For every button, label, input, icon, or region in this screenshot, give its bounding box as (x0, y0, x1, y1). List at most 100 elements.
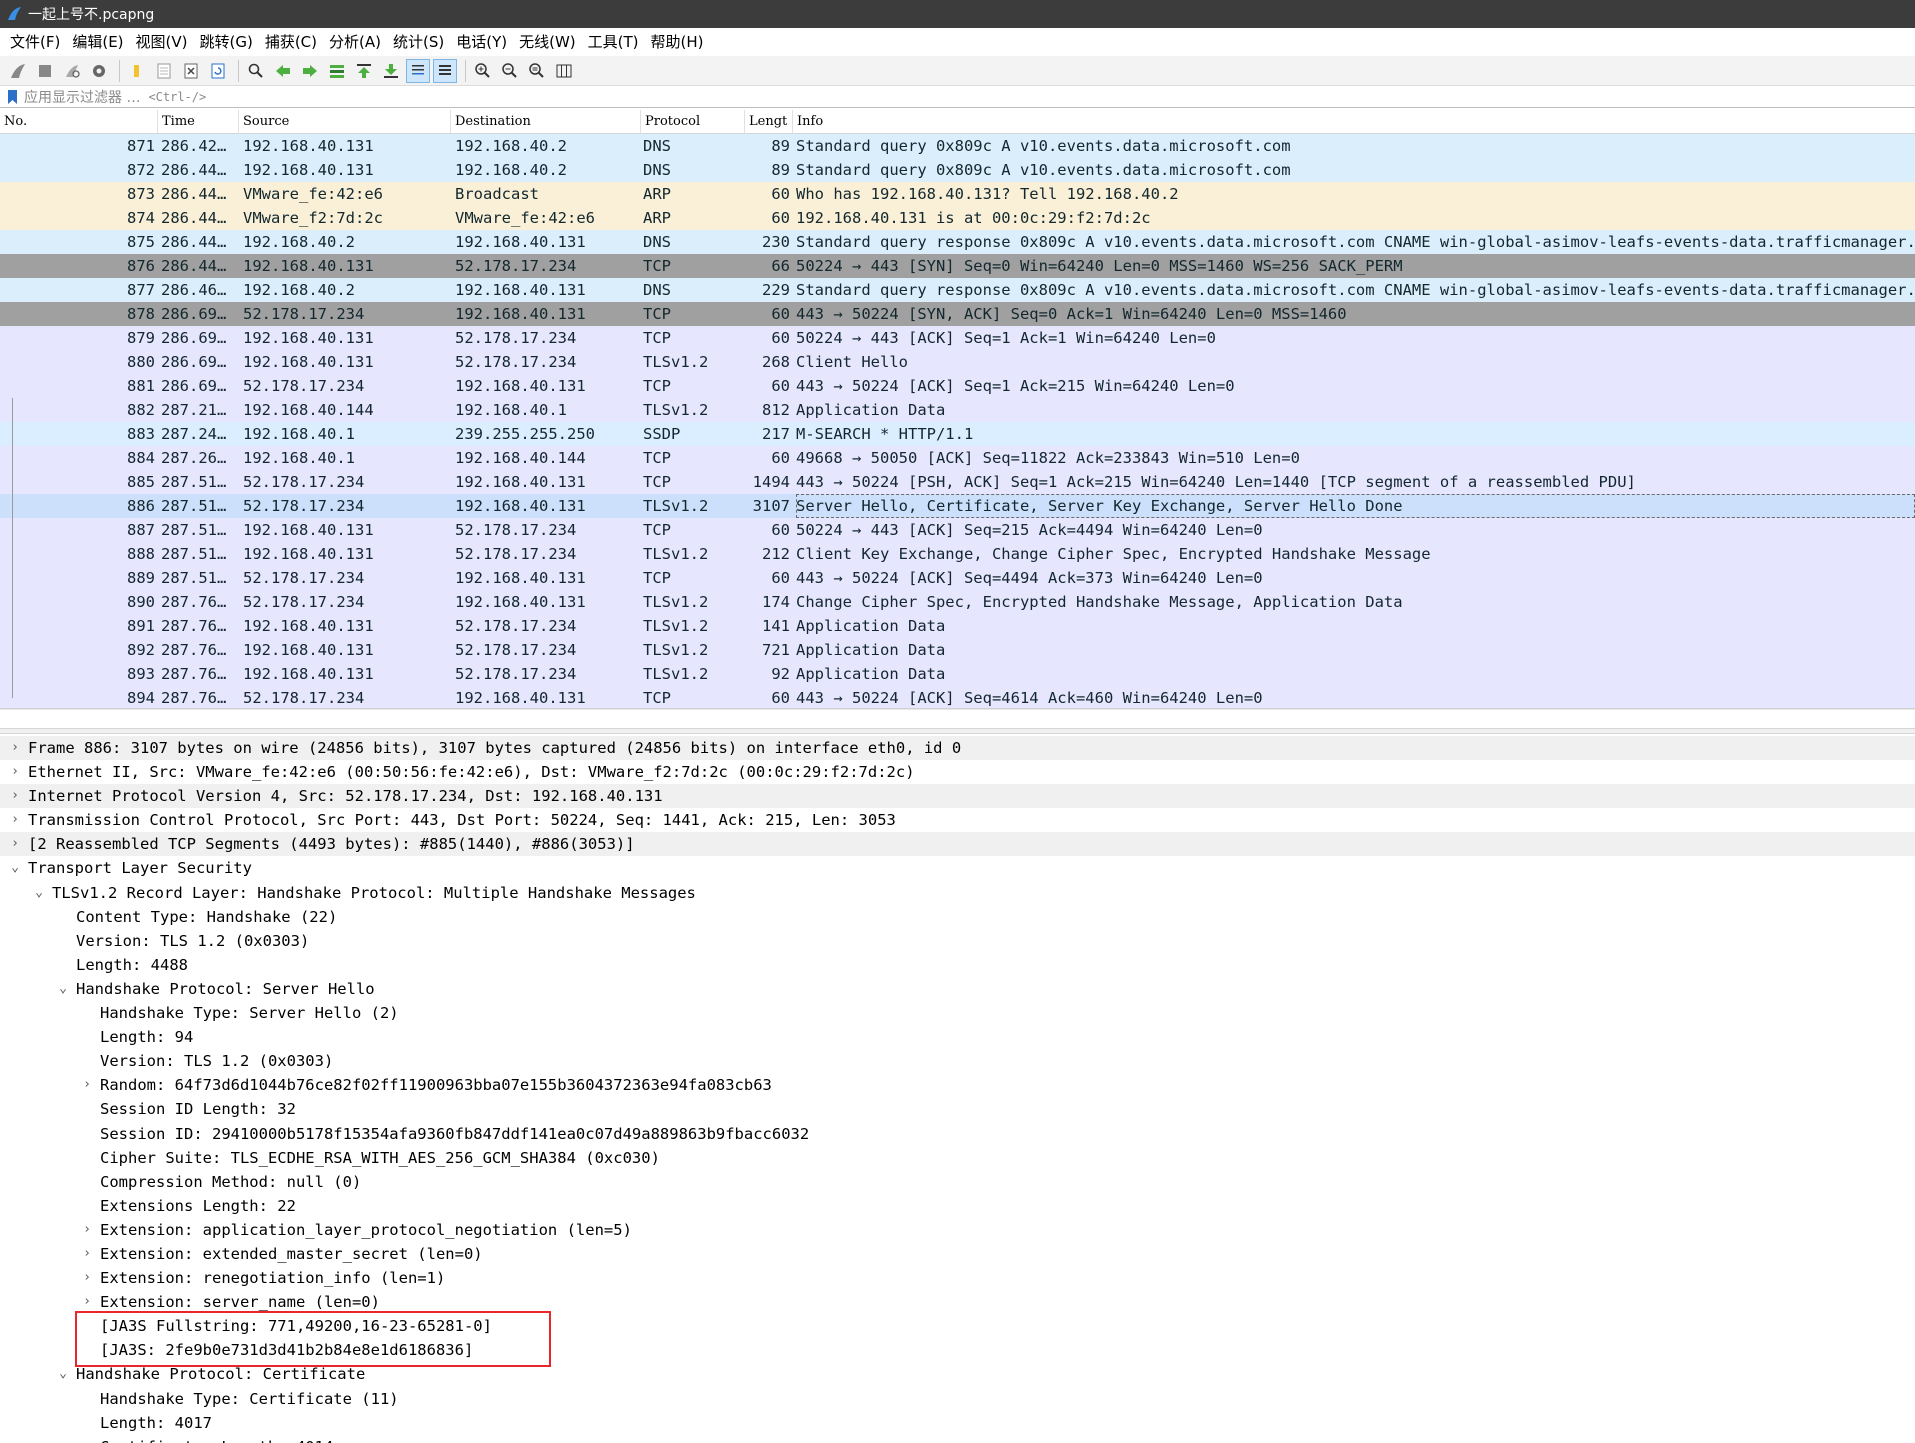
packet-row[interactable]: 894 287.76… 52.178.17.234 192.168.40.131 TCP… (0, 686, 1915, 710)
menu-item-10[interactable]: 帮助(H) (645, 28, 710, 56)
packet-row[interactable]: 889 287.51… 52.178.17.234 192.168.40.131 TCP… (0, 566, 1915, 590)
menu-item-5[interactable]: 分析(A) (323, 28, 387, 56)
horizontal-scrollbar[interactable]: ‹ (0, 708, 1915, 710)
expand-chevron-icon[interactable]: › (80, 1242, 94, 1266)
expand-chevron-icon[interactable]: › (80, 1073, 94, 1097)
packet-row[interactable]: 872 286.44… 192.168.40.131 192.168.40.2 DNS 8… (0, 158, 1915, 182)
expand-chevron-icon[interactable]: › (80, 1218, 94, 1242)
detail-tree-item[interactable]: Length: 94 (0, 1025, 1915, 1049)
packet-row[interactable]: 877 286.46… 192.168.40.2 192.168.40.131 DNS 2… (0, 278, 1915, 302)
detail-tree-item[interactable]: Length: 4488 (0, 953, 1915, 977)
menu-item-8[interactable]: 无线(W) (513, 28, 582, 56)
packet-row[interactable]: 881 286.69… 52.178.17.234 192.168.40.131 TCP… (0, 374, 1915, 398)
expand-chevron-icon[interactable]: › (8, 760, 22, 784)
detail-tree-item[interactable]: › Transmission Control Protocol, Src Port… (0, 808, 1915, 832)
zoom-normal-icon[interactable] (525, 59, 549, 83)
column-header-protocol[interactable]: Protocol (641, 110, 745, 134)
detail-tree-item[interactable]: › Extension: application_layer_protocol_n… (0, 1218, 1915, 1242)
packet-row[interactable]: 878 286.69… 52.178.17.234 192.168.40.131 TCP… (0, 302, 1915, 326)
collapse-chevron-icon[interactable]: ⌄ (32, 881, 46, 905)
packet-row[interactable]: 871 286.42… 192.168.40.131 192.168.40.2 DNS 8… (0, 134, 1915, 158)
packet-row[interactable]: 876 286.44… 192.168.40.131 52.178.17.234 TCP… (0, 254, 1915, 278)
detail-tree-item[interactable]: Certificates Length: 4014 (0, 1435, 1915, 1443)
menu-item-4[interactable]: 捕获(C) (259, 28, 323, 56)
expand-chevron-icon[interactable]: › (8, 832, 22, 856)
back-arrow-icon[interactable] (271, 59, 295, 83)
menu-item-0[interactable]: 文件(F) (4, 28, 66, 56)
column-header-destination[interactable]: Destination (451, 110, 641, 134)
packet-row[interactable]: 883 287.24… 192.168.40.1 239.255.255.250 SSD… (0, 422, 1915, 446)
detail-tree-item[interactable]: Content Type: Handshake (22) (0, 905, 1915, 929)
detail-tree-item[interactable]: › Frame 886: 3107 bytes on wire (24856 bi… (0, 736, 1915, 761)
detail-tree-item[interactable]: Extensions Length: 22 (0, 1194, 1915, 1218)
column-header-time[interactable]: Time (158, 110, 239, 134)
find-icon[interactable] (244, 59, 268, 83)
reload-icon[interactable] (206, 59, 230, 83)
detail-tree-item[interactable]: › Random: 64f73d6d1044b76ce82f02ff1190096… (0, 1073, 1915, 1097)
detail-tree-item[interactable]: ⌄ Transport Layer Security (0, 856, 1915, 880)
detail-tree-item[interactable]: Session ID: 29410000b5178f15354afa9360fb… (0, 1122, 1915, 1146)
detail-tree-item[interactable]: Session ID Length: 32 (0, 1097, 1915, 1121)
detail-tree-item[interactable]: Compression Method: null (0) (0, 1170, 1915, 1194)
detail-tree-item[interactable]: › [2 Reassembled TCP Segments (4493 bytes… (0, 832, 1915, 857)
last-packet-icon[interactable] (379, 59, 403, 83)
detail-tree-item[interactable]: Handshake Type: Server Hello (2) (0, 1001, 1915, 1025)
packet-row-selected[interactable]: 886 287.51… 52.178.17.234 192.168.40.131 TLS… (0, 494, 1915, 518)
menu-item-9[interactable]: 工具(T) (582, 28, 645, 56)
bookmark-icon[interactable] (6, 89, 20, 105)
zoom-in-icon[interactable] (471, 59, 495, 83)
detail-tree-item[interactable]: Version: TLS 1.2 (0x0303) (0, 1049, 1915, 1073)
first-packet-icon[interactable] (352, 59, 376, 83)
collapse-chevron-icon[interactable]: ⌄ (56, 977, 70, 1001)
options-gear-icon[interactable] (87, 59, 111, 83)
packet-row[interactable]: 880 286.69… 192.168.40.131 52.178.17.234 TLS… (0, 350, 1915, 374)
expand-chevron-icon[interactable]: › (8, 808, 22, 832)
restart-icon[interactable] (60, 59, 84, 83)
detail-tree-item[interactable]: › Ethernet II, Src: VMware_fe:42:e6 (00:5… (0, 760, 1915, 784)
detail-tree-item[interactable]: ⌄ Handshake Protocol: Server Hello (0, 977, 1915, 1001)
save-file-icon[interactable] (152, 59, 176, 83)
menu-item-7[interactable]: 电话(Y) (450, 28, 513, 56)
autoscroll-icon[interactable] (406, 58, 430, 83)
open-folder-icon[interactable] (125, 59, 149, 83)
detail-tree-item[interactable]: › Extension: renegotiation_info (len=1) (0, 1266, 1915, 1290)
packet-row[interactable]: 887 287.51… 192.168.40.131 52.178.17.234 TCP… (0, 518, 1915, 542)
column-header-info[interactable]: Info (793, 110, 1915, 134)
column-header-no[interactable]: No. (0, 110, 158, 134)
shark-fin-icon[interactable] (6, 59, 30, 83)
packet-row[interactable]: 874 286.44… VMware_f2:7d:2c VMware_fe:42:e6… (0, 206, 1915, 230)
packet-row[interactable]: 873 286.44… VMware_fe:42:e6 Broadcast ARP 60 W… (0, 182, 1915, 206)
resize-columns-icon[interactable] (552, 59, 576, 83)
packet-row[interactable]: 888 287.51… 192.168.40.131 52.178.17.234 TLS… (0, 542, 1915, 566)
packet-row[interactable]: 879 286.69… 192.168.40.131 52.178.17.234 TCP… (0, 326, 1915, 350)
collapse-chevron-icon[interactable]: ⌄ (56, 1362, 70, 1386)
column-header-length[interactable]: Lengt (745, 110, 793, 134)
detail-tree-item[interactable]: Version: TLS 1.2 (0x0303) (0, 929, 1915, 953)
pane-splitter[interactable] (0, 728, 1915, 734)
packet-row[interactable]: 892 287.76… 192.168.40.131 52.178.17.234 TLS… (0, 638, 1915, 662)
colorize-icon[interactable] (433, 58, 457, 83)
detail-tree-item[interactable]: › Internet Protocol Version 4, Src: 52.17… (0, 784, 1915, 809)
forward-arrow-icon[interactable] (298, 59, 322, 83)
close-file-icon[interactable] (179, 59, 203, 83)
packet-row[interactable]: 885 287.51… 52.178.17.234 192.168.40.131 TCP… (0, 470, 1915, 494)
stop-icon[interactable] (33, 59, 57, 83)
packet-row[interactable]: 891 287.76… 192.168.40.131 52.178.17.234 TLS… (0, 614, 1915, 638)
zoom-out-icon[interactable] (498, 59, 522, 83)
detail-tree-item[interactable]: ⌄ TLSv1.2 Record Layer: Handshake Protoco… (0, 881, 1915, 905)
detail-tree-item[interactable]: › Extension: extended_master_secret (len=… (0, 1242, 1915, 1266)
menu-item-3[interactable]: 跳转(G) (194, 28, 259, 56)
detail-tree-item[interactable]: Handshake Type: Certificate (11) (0, 1387, 1915, 1411)
detail-tree-item[interactable]: Length: 4017 (0, 1411, 1915, 1435)
menu-item-6[interactable]: 统计(S) (387, 28, 450, 56)
menu-item-2[interactable]: 视图(V) (130, 28, 194, 56)
display-filter-input[interactable]: 应用显示过滤器 … (24, 87, 140, 107)
packet-row[interactable]: 875 286.44… 192.168.40.2 192.168.40.131 DNS 2… (0, 230, 1915, 254)
expand-chevron-icon[interactable]: › (8, 784, 22, 808)
packet-row[interactable]: 882 287.21… 192.168.40.144 192.168.40.1 TLSv… (0, 398, 1915, 422)
expand-chevron-icon[interactable]: › (80, 1266, 94, 1290)
expand-chevron-icon[interactable]: › (8, 736, 22, 760)
packet-row[interactable]: 884 287.26… 192.168.40.1 192.168.40.144 TCP 6… (0, 446, 1915, 470)
collapse-chevron-icon[interactable]: ⌄ (8, 856, 22, 880)
menu-item-1[interactable]: 编辑(E) (66, 28, 129, 56)
